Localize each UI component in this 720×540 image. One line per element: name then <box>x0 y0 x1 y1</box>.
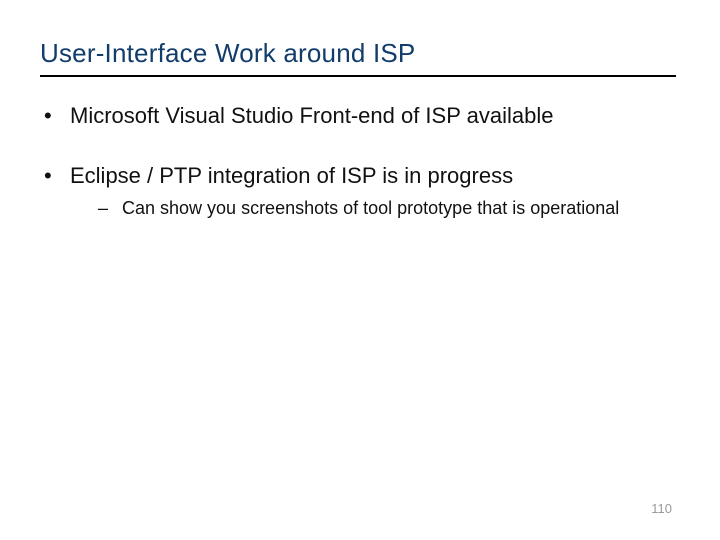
sub-bullet-text: Can show you screenshots of tool prototy… <box>122 198 619 218</box>
bullet-item: Microsoft Visual Studio Front-end of ISP… <box>40 101 676 131</box>
slide-title: User-Interface Work around ISP <box>40 38 676 77</box>
slide-body: Microsoft Visual Studio Front-end of ISP… <box>40 101 676 221</box>
page-number: 110 <box>651 501 672 516</box>
bullet-text: Microsoft Visual Studio Front-end of ISP… <box>70 103 553 128</box>
bullet-list: Microsoft Visual Studio Front-end of ISP… <box>40 101 676 221</box>
slide: User-Interface Work around ISP Microsoft… <box>0 0 720 540</box>
bullet-text: Eclipse / PTP integration of ISP is in p… <box>70 163 513 188</box>
bullet-item: Eclipse / PTP integration of ISP is in p… <box>40 161 676 221</box>
sub-bullet-item: Can show you screenshots of tool prototy… <box>94 196 676 220</box>
sub-bullet-list: Can show you screenshots of tool prototy… <box>70 196 676 220</box>
